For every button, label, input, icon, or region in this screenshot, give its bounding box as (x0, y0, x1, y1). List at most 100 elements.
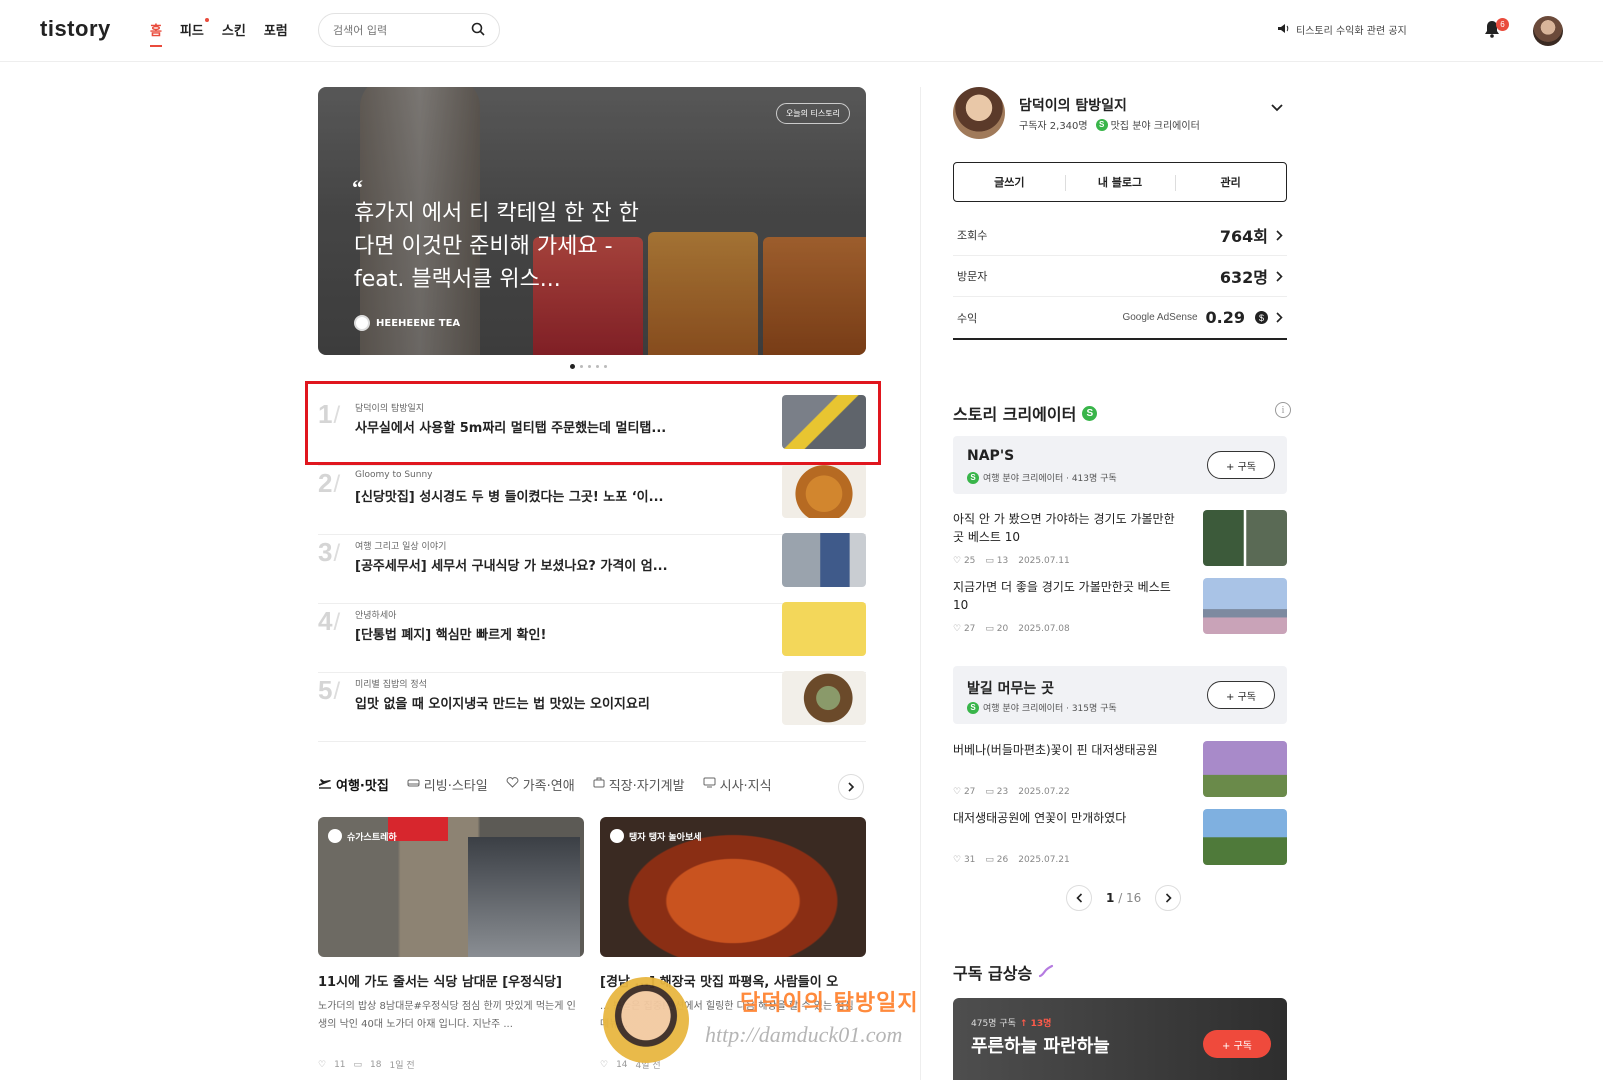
search-box[interactable] (318, 13, 500, 47)
blog-avatar[interactable] (953, 87, 1005, 139)
like-count: 27 (963, 787, 976, 797)
rank-blog-name: 안녕하세아 (355, 611, 397, 621)
creator-card[interactable]: NAP'S S 여행 분야 크리에이터 · 413명 구독 + 구독 (953, 436, 1287, 494)
creator-card[interactable]: 발길 머무는 곳 S 여행 분야 크리에이터 · 315명 구독 + 구독 (953, 666, 1287, 724)
search-icon[interactable] (471, 21, 485, 40)
post-thumbnail (1203, 809, 1287, 865)
card-author-name: 슈가스트레하 (347, 832, 397, 843)
creator-post[interactable]: 버베나(버들마편초)꽃이 핀 대저생태공원 ♡ 27 ▭ 23 2025.07.22 (953, 741, 1287, 797)
sign-shape (388, 817, 448, 841)
nav-feed-label: 피드 (179, 24, 204, 39)
plane-icon (318, 777, 332, 793)
creator-post[interactable]: 아직 안 가 봤으면 가야하는 경기도 가볼만한 곳 베스트 10 ♡ 25 ▭ … (953, 510, 1287, 566)
next-page-button[interactable] (1155, 885, 1182, 911)
post-meta: ♡ 25 ▭ 13 2025.07.11 (953, 556, 1070, 566)
rank-title: [단통법 폐지] 핵심만 빠르게 확인! (355, 628, 547, 643)
chevron-left-icon (1075, 893, 1082, 903)
carousel-dot[interactable] (604, 365, 607, 368)
comment-icon: ▭ 23 (985, 787, 1009, 797)
carousel-dot[interactable] (588, 365, 591, 368)
carousel-dot[interactable] (570, 364, 575, 369)
card-description: 노가더의 밥상 8남대문#우정식당 점심 한끼 맛있게 먹는게 인생의 낙인 4… (318, 1001, 576, 1030)
tab-current-knowledge[interactable]: 시사·지식 (703, 775, 772, 794)
rank-blog-name: 여행 그리고 일상 이야기 (355, 542, 447, 552)
post-meta: ♡ 31 ▭ 26 2025.07.21 (953, 855, 1070, 865)
stat-revenue[interactable]: 수익 Google AdSense 0.29 $ (953, 297, 1287, 338)
tab-family-love[interactable]: 가족·연애 (506, 775, 575, 794)
creator-s-icon: S (1082, 405, 1098, 421)
post-date: 2025.07.22 (1018, 787, 1070, 797)
column-divider (920, 87, 921, 1080)
search-input[interactable] (333, 23, 463, 37)
chevron-right-icon (848, 782, 855, 792)
category-next-button[interactable] (838, 774, 864, 800)
carousel-dot[interactable] (580, 365, 583, 368)
blog-subinfo: 구독자 2,340명 S 맛집 분야 크리에이터 (1019, 117, 1200, 132)
write-button[interactable]: 글쓰기 (954, 163, 1065, 201)
ranking-item[interactable]: 5 미리별 집밥의 정석 입맛 없을 때 오이지냉국 만드는 법 맛있는 오이지… (318, 671, 866, 742)
carousel-dot[interactable] (596, 365, 599, 368)
ranking-item[interactable]: 3 여행 그리고 일상 이야기 [공주세무서] 세무서 구내식당 가 보셨나요?… (318, 533, 866, 604)
tab-work-growth[interactable]: 직장·자기계발 (593, 775, 685, 794)
notification-badge: 6 (1496, 18, 1509, 31)
comment-icon: ▭ 13 (985, 556, 1009, 566)
info-icon[interactable]: i (1275, 402, 1291, 418)
tistory-logo[interactable]: tistory (40, 16, 111, 42)
story-creator-heading: 스토리 크리에이터 S (953, 401, 1098, 425)
comment-icon: ▭ (353, 1059, 363, 1070)
post-thumbnail (1203, 578, 1287, 634)
creator-pagination: 1 / 16 (1066, 885, 1182, 911)
article-card[interactable]: 슈가스트레하 11시에 가도 줄서는 식당 남대문 [우정식당] 노가더의 밥상… (318, 817, 584, 1071)
like-count: 11 (334, 1059, 346, 1070)
comment-count: 26 (996, 855, 1009, 865)
card-title: 11시에 가도 줄서는 식당 남대문 [우정식당] (318, 975, 562, 990)
notice-link[interactable]: 티스토리 수익화 관련 공지 (1278, 22, 1407, 37)
rank-thumbnail (782, 533, 866, 587)
manage-button[interactable]: 관리 (1175, 163, 1286, 201)
trending-blog-card[interactable]: 475명 구독 ↑ 13명 푸른하늘 파란하늘 + 구독 (953, 998, 1287, 1080)
chevron-right-icon (1165, 893, 1172, 903)
nav-forum[interactable]: 포럼 (264, 20, 288, 47)
rank-blog-name: 미리별 집밥의 정석 (355, 680, 427, 690)
card-author: 탱자 탱자 놀아보세 (610, 829, 702, 843)
trending-blog-name: 푸른하늘 파란하늘 (971, 1036, 1110, 1057)
hero-title[interactable]: 휴가지 에서 티 칵테일 한 잔 한다면 이것만 준비해 가세요 - feat.… (354, 197, 654, 296)
creator-s-icon: S (1095, 118, 1108, 131)
featured-banner[interactable]: 오늘의 티스토리 “ 휴가지 에서 티 칵테일 한 잔 한다면 이것만 준비해 … (318, 87, 866, 355)
subscribe-button[interactable]: + 구독 (1207, 681, 1275, 709)
nav-feed[interactable]: 피드 (179, 18, 209, 47)
prev-page-button[interactable] (1066, 885, 1092, 911)
creator-meta-text: 여행 분야 크리에이터 · 315명 구독 (983, 704, 1117, 714)
subscribe-button[interactable]: + 구독 (1207, 451, 1275, 479)
tab-living-style[interactable]: 리빙·스타일 (407, 775, 488, 794)
creator-post[interactable]: 지금가면 더 좋을 경기도 가볼만한곳 베스트 10 ♡ 27 ▭ 20 2025.… (953, 578, 1287, 634)
hero-author[interactable]: HEEHEENE TEA (354, 315, 460, 331)
blog-stats: 조회수 764회 방문자 632명 수익 Google AdSense 0.29… (953, 215, 1287, 340)
creator-name: 발길 머무는 곳 (967, 681, 1055, 697)
sofa-icon (407, 777, 420, 792)
stat-views[interactable]: 조회수 764회 (953, 215, 1287, 256)
creator-post[interactable]: 대저생태공원에 연꽃이 만개하였다 ♡ 31 ▭ 26 2025.07.21 (953, 809, 1287, 865)
stat-right: Google AdSense 0.29 $ (1122, 308, 1283, 327)
creator-meta: S 여행 분야 크리에이터 · 413명 구독 (967, 471, 1117, 484)
tab-label: 직장·자기계발 (608, 779, 685, 794)
tab-travel-food[interactable]: 여행·맛집 (318, 775, 389, 794)
comment-icon: ▭ 20 (985, 624, 1009, 634)
subscribe-button[interactable]: + 구독 (1203, 1030, 1271, 1058)
my-blog-button[interactable]: 내 블로그 (1064, 163, 1176, 201)
chevron-down-icon[interactable] (1271, 97, 1283, 116)
nav-home[interactable]: 홈 (150, 20, 162, 47)
stat-right: 632명 (1220, 264, 1283, 288)
blog-name[interactable]: 담덕이의 탐방일지 (1019, 95, 1127, 115)
ranking-item[interactable]: 2 Gloomy to Sunny [신당맛집] 성시경도 두 병 들이켰다는 … (318, 464, 866, 535)
highlight-annotation (305, 381, 881, 465)
adsense-label: Google AdSense (1122, 312, 1198, 323)
tab-label: 여행·맛집 (336, 779, 389, 794)
post-thumbnail (1203, 741, 1287, 797)
current-page: 1 (1106, 891, 1115, 905)
chevron-right-icon (1276, 226, 1283, 245)
user-avatar[interactable] (1533, 16, 1563, 46)
stat-visitors[interactable]: 방문자 632명 (953, 256, 1287, 297)
nav-skin[interactable]: 스킨 (222, 20, 246, 47)
ranking-item[interactable]: 4 안녕하세아 [단통법 폐지] 핵심만 빠르게 확인! (318, 602, 866, 673)
